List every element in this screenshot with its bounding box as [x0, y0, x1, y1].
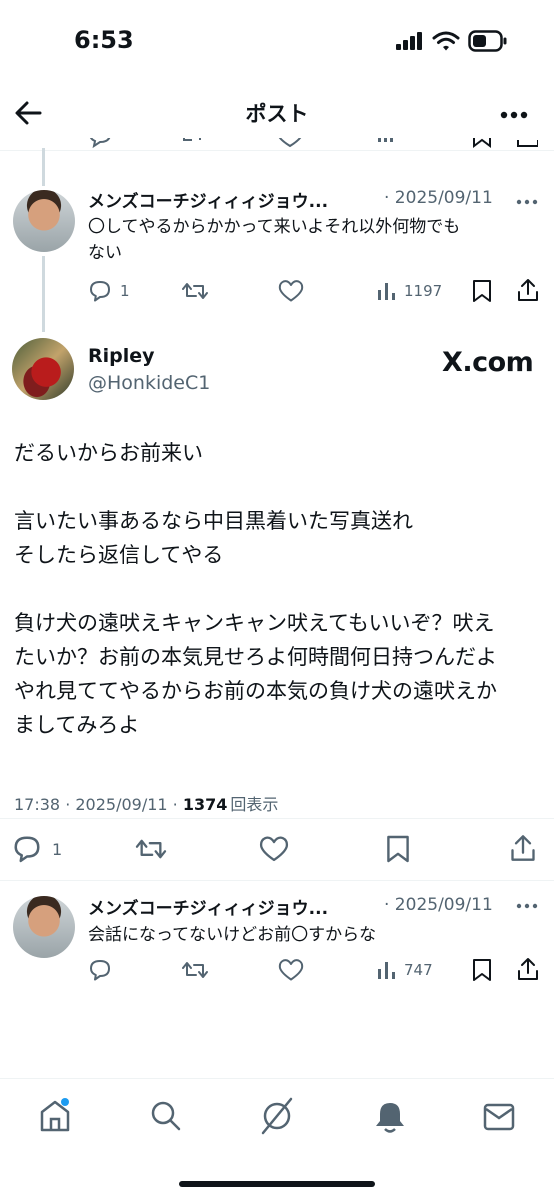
bookmark-icon: [473, 280, 491, 302]
avatar-ripley[interactable]: [12, 338, 74, 400]
page-title: ポスト: [245, 102, 309, 126]
share-icon: [518, 279, 538, 301]
wifi-icon: [432, 30, 460, 52]
reply2-retweet-button[interactable]: [182, 958, 208, 982]
watermark-xcom: X.com: [442, 347, 534, 378]
reply1-like-button[interactable]: [278, 279, 304, 303]
tab-messages[interactable]: [483, 1103, 515, 1131]
reply2-text: 会話になってないけどお前〇すからな: [88, 925, 377, 945]
reply1-reply-button[interactable]: 1: [88, 279, 130, 303]
header-divider: [0, 150, 554, 151]
reply2-date: · 2025/09/11: [384, 895, 493, 915]
main-post-like-button[interactable]: [259, 835, 289, 863]
reply2-views-button[interactable]: 747: [376, 959, 433, 981]
heart-icon: [259, 836, 289, 862]
thread-line-middle: [42, 256, 45, 332]
tab-search[interactable]: [150, 1100, 182, 1132]
heart-icon: [278, 959, 304, 981]
reply-icon: [14, 836, 40, 863]
retweet-icon: [182, 962, 208, 978]
home-indicator: [179, 1181, 375, 1187]
reply2-views-count: 747: [404, 961, 433, 979]
share-icon: [518, 958, 538, 980]
reply2-name[interactable]: メンズコーチジィィィジョウ...: [88, 894, 384, 919]
previous-action-bar-clipped: [88, 138, 538, 150]
mail-icon: [483, 1103, 515, 1131]
avatar-menscoach[interactable]: [13, 190, 75, 252]
avatar-menscoach-2[interactable]: [13, 896, 75, 958]
tab-grok[interactable]: [259, 1097, 295, 1135]
reply1-text: 〇してやるからかかって来いよそれ以外何物でも ない: [88, 217, 461, 263]
reply1-name[interactable]: メンズコーチジィィィジョウ...: [88, 187, 384, 212]
tab-notifications[interactable]: [374, 1100, 406, 1134]
notification-dot: [61, 1098, 69, 1106]
heart-icon: [278, 280, 304, 302]
reply1-share-button[interactable]: [516, 278, 540, 302]
main-post-reply-count: 1: [52, 839, 63, 859]
bookmark-icon: [473, 959, 491, 981]
reply1-more-icon[interactable]: [516, 199, 538, 205]
reply1-retweet-button[interactable]: [182, 279, 208, 303]
reply1-bookmark-button[interactable]: [472, 279, 492, 303]
main-post-views-label: 回表示: [230, 795, 279, 814]
main-post-share-button[interactable]: [509, 833, 537, 863]
bookmark-icon: [387, 835, 409, 863]
main-post-reply-button[interactable]: 1: [12, 834, 62, 864]
main-post-handle[interactable]: @HonkideC1: [88, 372, 210, 394]
views-icon: [378, 962, 395, 979]
reply1-date: · 2025/09/11: [384, 188, 493, 208]
main-post-timestamp: 17:38 · 2025/09/11 ·: [14, 795, 183, 814]
retweet-icon: [135, 839, 167, 859]
main-post-meta: 17:38 · 2025/09/11 · 1374 回表示: [14, 791, 278, 815]
search-icon: [151, 1101, 181, 1131]
main-post-divider-top: [0, 818, 554, 819]
battery-icon: [468, 30, 508, 52]
status-time: 6:53: [74, 26, 134, 54]
signal-icon: [396, 32, 424, 50]
reply2-like-button[interactable]: [278, 958, 304, 982]
reply-icon: [90, 281, 110, 302]
main-post-views: 1374: [182, 795, 228, 814]
retweet-icon: [182, 283, 208, 299]
reply-icon: [90, 960, 110, 981]
reply2-more-icon[interactable]: [516, 903, 538, 909]
reply1-views-count: 1197: [404, 282, 443, 300]
main-post-bookmark-button[interactable]: [386, 834, 410, 864]
reply2-share-button[interactable]: [516, 957, 540, 981]
grok-icon: [261, 1097, 293, 1135]
main-post-name[interactable]: Ripley: [88, 345, 155, 367]
reply1-views-button[interactable]: 1197: [376, 280, 442, 302]
views-icon: [378, 283, 395, 300]
reply1-reply-count: 1: [120, 282, 130, 300]
reply2-reply-button[interactable]: [88, 958, 112, 982]
main-post-divider-bottom: [0, 880, 554, 881]
tab-home[interactable]: [38, 1098, 72, 1134]
tabbar-divider: [0, 1078, 554, 1079]
reply2-bookmark-button[interactable]: [472, 958, 492, 982]
share-icon: [511, 835, 535, 861]
thread-line-top: [42, 148, 45, 186]
main-post-text: だるいからお前来い 言いたい事あるなら中目黒着いた写真送れ そしたら返信してやる…: [14, 441, 497, 737]
main-post-retweet-button[interactable]: [135, 835, 167, 863]
more-icon[interactable]: [500, 111, 528, 119]
bell-icon: [376, 1103, 404, 1133]
home-icon: [40, 1098, 70, 1132]
